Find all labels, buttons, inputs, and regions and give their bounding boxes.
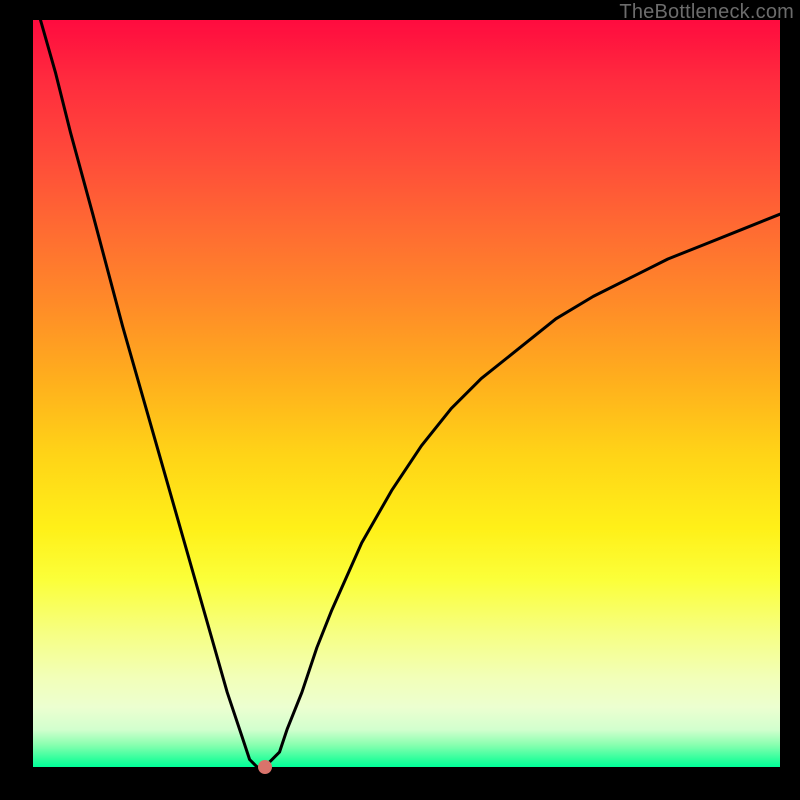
bottleneck-curve bbox=[41, 20, 781, 767]
plot-area bbox=[33, 20, 780, 767]
optimum-marker bbox=[258, 760, 272, 774]
watermark-text: TheBottleneck.com bbox=[619, 1, 794, 24]
curve-svg bbox=[33, 20, 780, 767]
chart-frame: TheBottleneck.com bbox=[0, 0, 800, 800]
